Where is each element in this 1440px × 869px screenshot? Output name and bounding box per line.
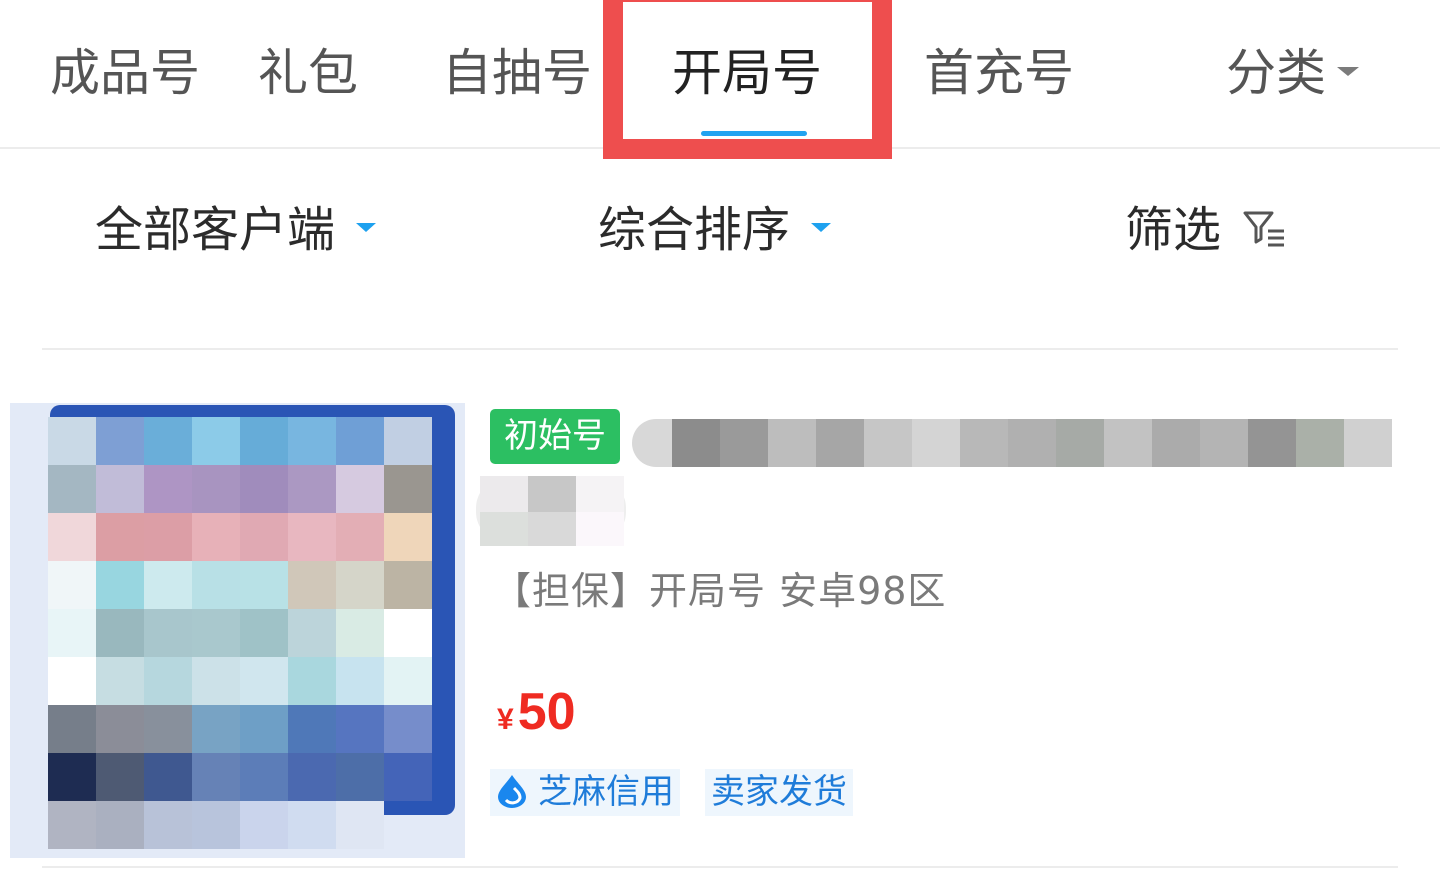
client-filter-dropdown[interactable]: 全部客户端 [95, 198, 335, 262]
initial-account-badge: 初始号 [490, 409, 620, 464]
product-description: 【担保】开局号 安卓98区 [493, 569, 947, 613]
tab-gift-pack[interactable]: 礼包 [258, 38, 358, 108]
tab-self-draw-account[interactable]: 自抽号 [442, 38, 592, 108]
category-menu-button[interactable]: 分类 [1226, 38, 1326, 108]
product-price: ¥50 [497, 683, 576, 741]
sort-dropdown[interactable]: 综合排序 [598, 198, 790, 262]
caret-down-icon [1337, 67, 1359, 76]
tab-first-recharge-account[interactable]: 首充号 [924, 38, 1074, 108]
filter-funnel-icon [1243, 211, 1285, 247]
highlight-box [603, 0, 892, 159]
divider [42, 348, 1398, 350]
pixelated-image [10, 403, 465, 858]
pixelated-title [632, 419, 1392, 467]
divider [42, 866, 1398, 868]
sesame-credit-tag: 芝麻信用 [490, 769, 680, 816]
product-title-line2-blurred [476, 474, 626, 546]
sesame-credit-drop-icon [498, 774, 526, 808]
caret-down-icon [356, 223, 376, 232]
product-thumbnail[interactable] [10, 403, 465, 858]
seller-ships-tag: 卖家发货 [705, 769, 853, 816]
pixelated-title-line2 [476, 476, 626, 546]
product-title-blurred[interactable] [632, 405, 1392, 467]
caret-down-icon [811, 223, 831, 232]
filter-button[interactable]: 筛选 [1125, 198, 1286, 262]
tab-finished-account[interactable]: 成品号 [50, 38, 200, 108]
